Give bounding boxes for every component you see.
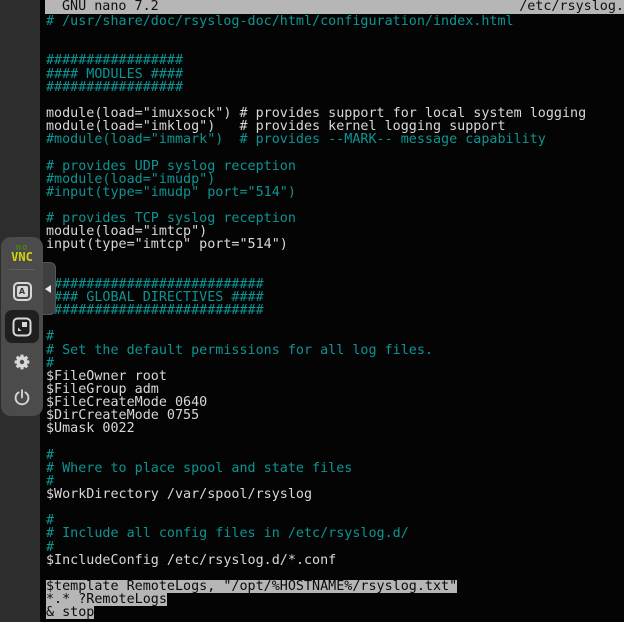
editor-line: $IncludeConfig /etc/rsyslog.d/*.conf [46, 554, 624, 567]
editor-line [46, 265, 624, 278]
settings-button[interactable] [5, 345, 39, 378]
fullscreen-button[interactable] [5, 310, 39, 343]
editor-line [46, 94, 624, 107]
terminal-window[interactable]: GNU nano 7.2 /etc/rsyslog. # /usr/share/… [40, 0, 624, 622]
editor-line: *.* ?RemoteLogs [46, 593, 624, 606]
gear-icon [11, 351, 33, 373]
editor-line: ########################### [46, 304, 624, 317]
editor-line: # [46, 449, 624, 462]
editor-line: # Include all config files in /etc/rsysl… [46, 527, 624, 540]
editor-line: # [46, 541, 624, 554]
panel-divider [9, 269, 35, 270]
editor-line: $FileOwner root [46, 370, 624, 383]
novnc-logo-vnc: VNC [11, 253, 33, 262]
editor-line: # [46, 330, 624, 343]
power-icon [11, 386, 33, 408]
novnc-logo: no VNC [11, 244, 33, 262]
nano-file-path: /etc/rsyslog. [519, 0, 624, 14]
keyboard-button[interactable]: A [5, 275, 39, 308]
editor-line: $Umask 0022 [46, 422, 624, 435]
editor-line [46, 28, 624, 41]
editor-line: ########################### [46, 278, 624, 291]
fullscreen-icon [11, 316, 33, 338]
editor-line: $WorkDirectory /var/spool/rsyslog [46, 488, 624, 501]
editor-line: ################# [46, 54, 624, 67]
novnc-session: no VNC A [0, 0, 624, 622]
novnc-control-panel: no VNC A [1, 237, 43, 416]
editor-line: input(type="imtcp" port="514") [46, 238, 624, 251]
editor-line: # Set the default permissions for all lo… [46, 344, 624, 357]
collapse-arrow-icon [45, 285, 51, 293]
disconnect-button[interactable] [5, 381, 39, 414]
editor-screen[interactable]: # /usr/share/doc/rsyslog-doc/html/config… [40, 14, 624, 619]
editor-line: ################# [46, 81, 624, 94]
editor-line [46, 317, 624, 330]
editor-line: # provides UDP syslog reception [46, 160, 624, 173]
nano-titlebar: GNU nano 7.2 /etc/rsyslog. [45, 0, 624, 14]
editor-line: #module(load="immark") # provides --MARK… [46, 133, 624, 146]
nano-version-label: GNU nano 7.2 [45, 0, 159, 14]
editor-line: # Where to place spool and state files [46, 462, 624, 475]
editor-line [46, 146, 624, 159]
editor-line [46, 436, 624, 449]
editor-line: #input(type="imudp" port="514") [46, 186, 624, 199]
editor-line [46, 252, 624, 265]
editor-line: #### MODULES #### [46, 68, 624, 81]
keyboard-icon: A [13, 282, 32, 301]
editor-line: & stop [46, 606, 624, 619]
editor-line: #module(load="imudp") [46, 173, 624, 186]
editor-line: # [46, 357, 624, 370]
editor-line: # /usr/share/doc/rsyslog-doc/html/config… [46, 15, 624, 28]
editor-line [46, 501, 624, 514]
